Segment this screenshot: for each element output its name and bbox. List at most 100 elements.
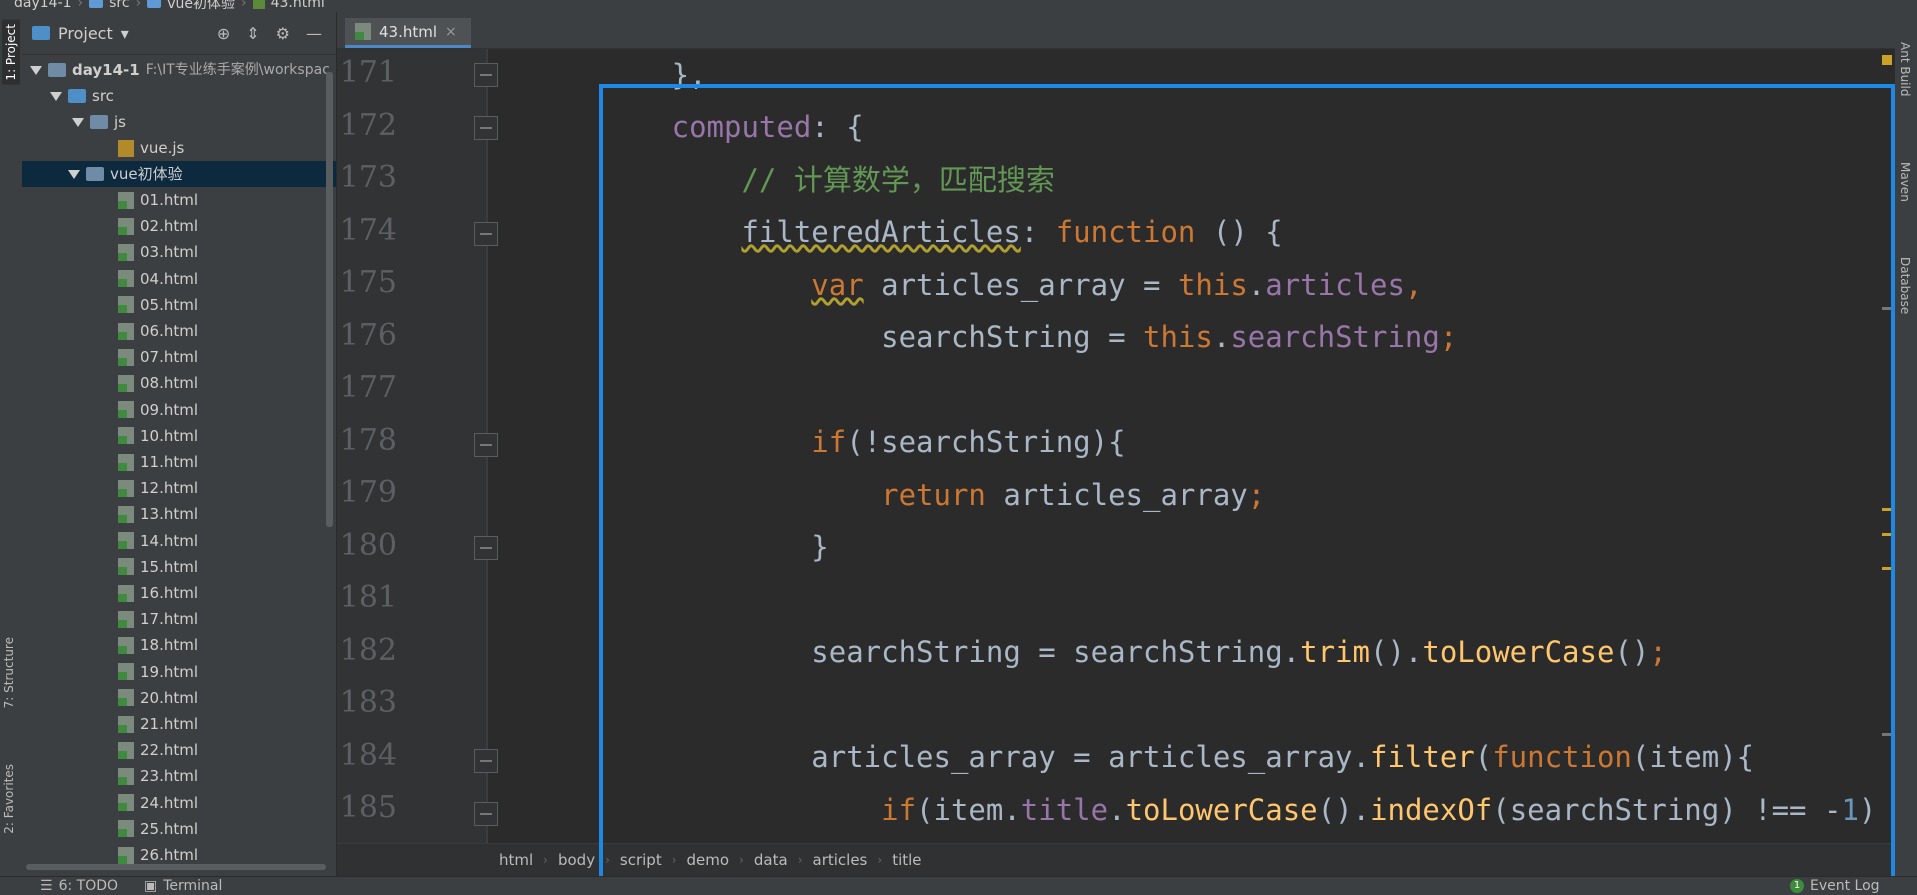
tree-file[interactable]: 09.html	[118, 397, 198, 423]
stripe-mark[interactable]	[1882, 307, 1894, 310]
tree-root[interactable]: day14-1 F:\IT专业练手案例\workspac	[30, 57, 330, 83]
tab-favorites-tool[interactable]: 2: Favorites	[2, 764, 16, 834]
stripe-mark[interactable]	[1882, 567, 1894, 570]
fold-marker-icon[interactable]	[474, 433, 498, 457]
gear-icon[interactable]: ⚙	[276, 24, 290, 43]
todo-tool-button[interactable]: ☰ 6: TODO	[40, 878, 118, 894]
fold-marker-icon[interactable]	[474, 536, 498, 560]
tree-folder-label: js	[114, 113, 126, 131]
tree-file[interactable]: 25.html	[118, 816, 198, 842]
tree-file-label: 24.html	[140, 793, 199, 812]
tree-file[interactable]: 13.html	[118, 501, 198, 527]
inspection-status-icon[interactable]	[1882, 55, 1892, 65]
tree-file[interactable]: 03.html	[118, 239, 198, 265]
tree-file[interactable]: 10.html	[118, 423, 198, 449]
stripe-mark[interactable]	[1882, 508, 1894, 511]
horizontal-scrollbar[interactable]	[26, 864, 326, 870]
tree-file[interactable]: 22.html	[118, 737, 198, 763]
tree-file[interactable]: 12.html	[118, 475, 198, 501]
close-icon[interactable]: ×	[445, 24, 457, 40]
tree-file[interactable]: 02.html	[118, 213, 198, 239]
editor-tab-43html[interactable]: 43.html ×	[345, 18, 471, 48]
chevron-right-icon: ›	[605, 853, 610, 867]
crumb-src[interactable]: src	[109, 0, 129, 11]
js-file-icon	[118, 139, 134, 157]
line-number: 184	[339, 737, 397, 773]
html-file-icon	[118, 243, 134, 261]
fold-marker-icon[interactable]	[474, 749, 498, 773]
terminal-tool-button[interactable]: ▣ Terminal	[144, 878, 222, 894]
expand-arrow-icon[interactable]	[30, 65, 42, 75]
tree-file[interactable]: 17.html	[118, 606, 198, 632]
tree-file[interactable]: 07.html	[118, 344, 198, 370]
tab-structure-tool[interactable]: 7: Structure	[2, 637, 16, 708]
tree-file[interactable]: 08.html	[118, 370, 198, 396]
html-file-icon	[118, 191, 134, 209]
error-stripe[interactable]	[1879, 49, 1895, 843]
tree-file[interactable]: 05.html	[118, 292, 198, 318]
tree-file-vuejs[interactable]: vue.js	[118, 135, 184, 161]
code-line-178: if(!searchString){	[811, 425, 1126, 459]
tab-ant-build[interactable]: Ant Build	[1898, 42, 1912, 96]
breadcrumb-item[interactable]: title	[892, 851, 921, 869]
tab-project-tool[interactable]: 1: Project	[2, 20, 20, 85]
crumb-project[interactable]: day14-1	[14, 0, 72, 11]
event-log-label: Event Log	[1810, 878, 1880, 894]
locate-icon[interactable]: ⊕	[217, 24, 230, 43]
tree-file[interactable]: 18.html	[118, 632, 198, 658]
tree-file-label: vue.js	[140, 139, 185, 157]
tree-file[interactable]: 01.html	[118, 187, 198, 213]
tree-file-label: 09.html	[140, 400, 199, 419]
tree-file[interactable]: 23.html	[118, 763, 198, 789]
tree-file[interactable]: 24.html	[118, 790, 198, 816]
stripe-mark[interactable]	[1882, 533, 1894, 536]
chevron-right-icon: ›	[671, 853, 677, 867]
fold-marker-icon[interactable]	[474, 222, 498, 246]
status-bar: ☰ 6: TODO ▣ Terminal 1 Event Log	[0, 876, 1917, 895]
tree-file[interactable]: 04.html	[118, 266, 198, 292]
expand-arrow-icon[interactable]	[68, 169, 80, 179]
fold-marker-icon[interactable]	[474, 116, 498, 140]
tree-file[interactable]: 15.html	[118, 554, 198, 580]
chevron-down-icon[interactable]: ▾	[121, 24, 129, 43]
tree-folder-vue[interactable]: vue初体验	[22, 161, 336, 187]
hide-icon[interactable]: —	[306, 24, 322, 43]
tree-file[interactable]: 19.html	[118, 659, 198, 685]
crumb-folder[interactable]: vue初体验	[167, 0, 235, 12]
tree-file-label: 25.html	[140, 819, 199, 838]
fold-marker-icon[interactable]	[474, 802, 498, 826]
crumb-file[interactable]: 43.html	[271, 0, 325, 11]
stripe-mark[interactable]	[1882, 733, 1894, 736]
expand-arrow-icon[interactable]	[50, 91, 62, 101]
list-icon: ☰	[40, 878, 53, 894]
tree-file[interactable]: 16.html	[118, 580, 198, 606]
expand-arrow-icon[interactable]	[72, 117, 84, 127]
tree-file[interactable]: 14.html	[118, 528, 198, 554]
tab-database[interactable]: Database	[1898, 257, 1912, 314]
breadcrumb-item[interactable]: html	[499, 851, 533, 869]
tree-folder-js[interactable]: js	[72, 109, 126, 135]
tree-file-label: 20.html	[140, 688, 199, 707]
project-panel-title[interactable]: Project	[58, 24, 113, 43]
tree-folder-src[interactable]: src	[50, 83, 114, 109]
breadcrumb-item[interactable]: body	[558, 851, 595, 869]
event-log-button[interactable]: 1 Event Log	[1790, 878, 1880, 894]
html-file-icon	[118, 374, 134, 392]
tree-file[interactable]: 11.html	[118, 449, 198, 475]
breadcrumb-item[interactable]: demo	[687, 851, 730, 869]
tree-file[interactable]: 21.html	[118, 711, 198, 737]
todo-label: 6: TODO	[58, 878, 119, 894]
breadcrumb-item[interactable]: data	[754, 851, 788, 869]
vertical-scrollbar[interactable]	[326, 72, 333, 527]
breadcrumb-item[interactable]: script	[620, 851, 662, 869]
html-file-icon	[118, 584, 134, 602]
collapse-all-icon[interactable]: ⇕	[246, 24, 259, 43]
tab-maven[interactable]: Maven	[1898, 162, 1912, 202]
line-number: 175	[339, 265, 397, 300]
code-editor[interactable]: }, computed: { // 计算数学，匹配搜索 filteredArti…	[497, 49, 1877, 843]
breadcrumb-item[interactable]: articles	[813, 851, 868, 869]
tree-file[interactable]: 20.html	[118, 685, 198, 711]
fold-marker-icon[interactable]	[474, 63, 498, 87]
tree-file[interactable]: 06.html	[118, 318, 198, 344]
